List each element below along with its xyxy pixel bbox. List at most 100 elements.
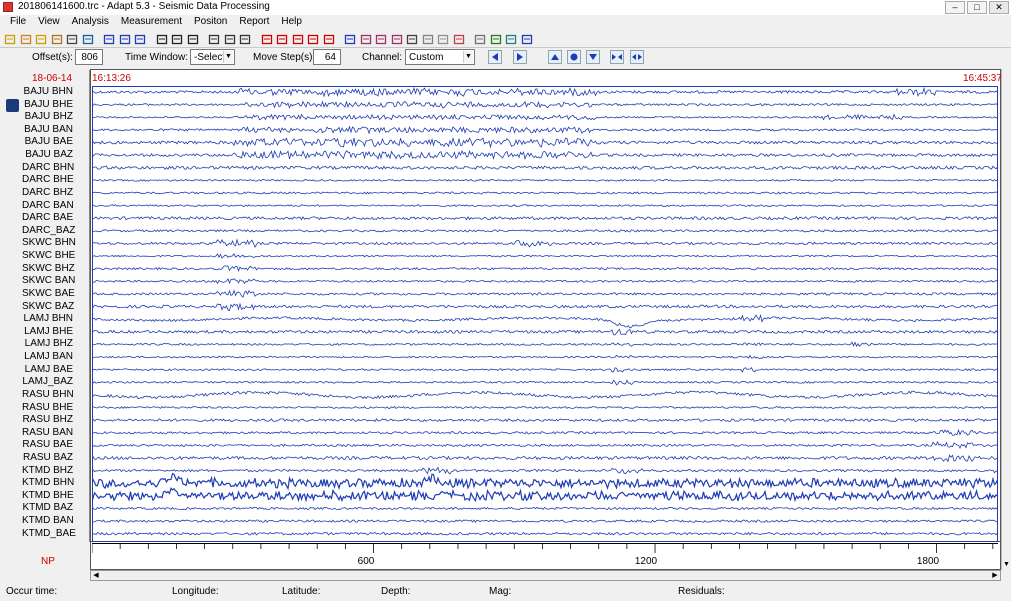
time-window-select[interactable]: -Select- ▼ (190, 49, 235, 65)
channel-label[interactable]: LAMJ BHZ (22, 338, 73, 350)
menu-report[interactable]: Report (233, 15, 275, 29)
pick-multi-icon[interactable] (276, 33, 288, 45)
new-file-icon[interactable] (4, 33, 16, 45)
channel-label[interactable]: KTMD BAZ (22, 502, 73, 514)
waveform-trace (92, 86, 998, 98)
channel-label[interactable]: RASU BHE (22, 402, 73, 414)
channel-label[interactable]: RASU BAZ (22, 452, 73, 464)
grid-icon[interactable] (490, 33, 502, 45)
open-folder-icon[interactable] (35, 33, 47, 45)
channel-label[interactable]: DARC BAN (22, 200, 74, 212)
move-right-button[interactable] (513, 50, 527, 64)
list-icon[interactable] (208, 33, 220, 45)
channel-label[interactable]: KTMD_BAE (22, 528, 76, 540)
waveform-trace (92, 418, 998, 423)
channel-label[interactable]: RASU BHZ (22, 414, 73, 426)
channel-label[interactable]: SKWC BAN (22, 275, 75, 287)
center-button[interactable] (567, 50, 581, 64)
channel-label[interactable]: KTMD BHZ (22, 465, 73, 477)
pick-icon[interactable] (261, 33, 273, 45)
sun-icon[interactable] (453, 33, 465, 45)
scroll-left-icon[interactable]: ◀ (91, 571, 101, 580)
menu-positon[interactable]: Positon (188, 15, 233, 29)
scroll-right-icon[interactable]: ▶ (990, 571, 1000, 580)
channel-label[interactable]: RASU BAN (22, 427, 73, 439)
channel-label[interactable]: RASU BHN (22, 389, 74, 401)
mag-label: Mag: (489, 586, 512, 597)
channel-label[interactable]: LAMJ BHN (22, 313, 73, 325)
save-as-icon[interactable] (171, 33, 183, 45)
channel-label[interactable]: DARC_BAZ (22, 225, 75, 237)
waveform-trace (92, 428, 998, 436)
edit-icon[interactable] (474, 33, 486, 45)
channel-label[interactable]: SKWC BAE (22, 288, 75, 300)
channel-label[interactable]: SKWC BHE (22, 250, 75, 262)
open-file-icon[interactable] (20, 33, 32, 45)
menu-measurement[interactable]: Measurement (115, 15, 188, 29)
channel-label[interactable]: RASU BAE (22, 439, 73, 451)
channel-label[interactable]: DARC BAE (22, 212, 73, 224)
channel-select[interactable]: Custom ▼ (405, 49, 475, 65)
channel-label[interactable]: BAJU BHZ (22, 111, 73, 123)
channel-label[interactable]: BAJU BAZ (22, 149, 73, 161)
channel-label[interactable]: DARC BHZ (22, 187, 73, 199)
waveform-traces[interactable] (92, 86, 998, 542)
channel-label[interactable]: SKWC BHN (22, 237, 76, 249)
checklist-icon[interactable] (239, 33, 251, 45)
move-step-input[interactable]: 64 (313, 49, 341, 65)
move-left-button[interactable] (488, 50, 502, 64)
compress-button[interactable] (610, 50, 624, 64)
locate-icon[interactable] (6, 99, 19, 112)
channel-label[interactable]: KTMD BAN (22, 515, 74, 527)
offset-input[interactable]: 806 (75, 49, 103, 65)
scroll-down-icon[interactable]: ▼ (1002, 560, 1011, 570)
channel-label[interactable]: BAJU BHN (22, 86, 73, 98)
step-back-icon[interactable] (103, 33, 115, 45)
table-icon[interactable] (521, 33, 533, 45)
export-icon[interactable] (82, 33, 94, 45)
magic-icon[interactable] (422, 33, 434, 45)
star-icon[interactable] (437, 33, 449, 45)
play-icon[interactable] (119, 33, 131, 45)
pick-s-icon[interactable] (307, 33, 319, 45)
print-icon[interactable] (66, 33, 78, 45)
filter-icon[interactable] (391, 33, 403, 45)
wave-icon[interactable] (406, 33, 418, 45)
channel-label[interactable]: LAMJ BHE (22, 326, 73, 338)
move-down-button[interactable] (586, 50, 600, 64)
minimize-button[interactable]: – (945, 1, 965, 14)
save-icon[interactable] (156, 33, 168, 45)
zoom-icon[interactable] (344, 33, 356, 45)
channel-label[interactable]: BAJU BAE (22, 136, 73, 148)
move-up-button[interactable] (548, 50, 562, 64)
horizontal-scrollbar[interactable]: ◀ ▶ (90, 570, 1001, 581)
menu-analysis[interactable]: Analysis (66, 15, 115, 29)
expand-button[interactable] (630, 50, 644, 64)
menu-view[interactable]: View (32, 15, 66, 29)
channel-label[interactable]: LAMJ_BAZ (22, 376, 73, 388)
save-disk-icon[interactable] (187, 33, 199, 45)
curve-icon[interactable] (323, 33, 335, 45)
channel-label[interactable]: LAMJ BAE (22, 364, 73, 376)
stop-icon[interactable] (134, 33, 146, 45)
channel-label[interactable]: BAJU BAN (22, 124, 73, 136)
channel-label[interactable]: DARC BHN (22, 162, 74, 174)
menu-help[interactable]: Help (275, 15, 308, 29)
channel-label[interactable]: KTMD BHE (22, 490, 74, 502)
open-multiple-icon[interactable] (51, 33, 63, 45)
map-icon[interactable] (505, 33, 517, 45)
ruler-icon[interactable] (375, 33, 387, 45)
channel-label[interactable]: KTMD BHN (22, 477, 74, 489)
channel-label[interactable]: SKWC BHZ (22, 263, 75, 275)
vertical-scrollbar[interactable]: ▼ (1001, 69, 1011, 570)
channel-label[interactable]: DARC BHE (22, 174, 74, 186)
spectrum-icon[interactable] (360, 33, 372, 45)
channel-label[interactable]: SKWC BAZ (22, 301, 74, 313)
channel-label[interactable]: BAJU BHE (22, 99, 73, 111)
channel-label[interactable]: LAMJ BAN (22, 351, 73, 363)
pick-p-icon[interactable] (292, 33, 304, 45)
columns-icon[interactable] (224, 33, 236, 45)
maximize-button[interactable]: □ (967, 1, 987, 14)
close-button[interactable]: ✕ (989, 1, 1009, 14)
menu-file[interactable]: File (4, 15, 32, 29)
